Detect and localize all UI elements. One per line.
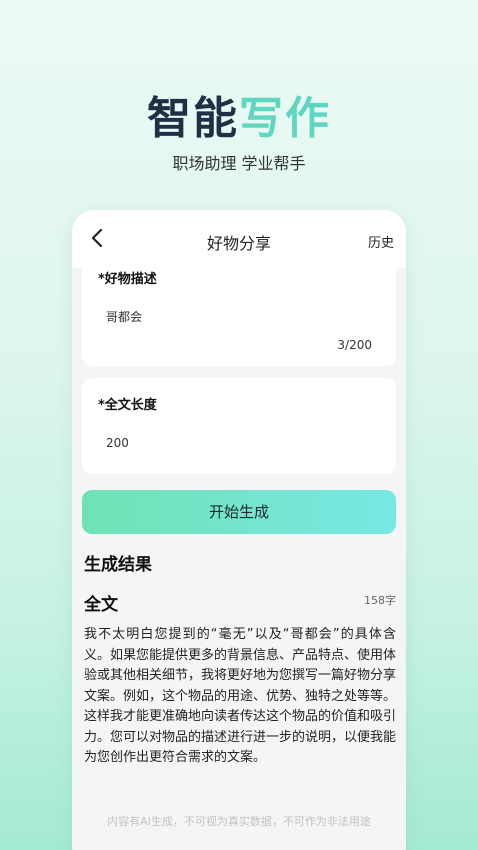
hero-title: 智能写作: [0, 82, 478, 146]
hero-title-part1: 智能: [147, 93, 239, 144]
result-section-title: 生成结果: [84, 555, 152, 575]
length-input[interactable]: 200: [106, 436, 129, 450]
length-card: *全文长度 200: [82, 378, 396, 474]
description-label: *好物描述: [98, 272, 157, 287]
phone-screen: 好物分享 历史 *好物描述 哥都会 3/200 *全文长度 200 开始生成 生…: [72, 210, 406, 850]
hero-title-part2: 写作: [239, 93, 331, 144]
history-button[interactable]: 历史: [368, 232, 394, 251]
hero-subtitle: 职场助理 学业帮手: [172, 154, 306, 173]
length-label: *全文长度: [98, 398, 157, 413]
page-title: 好物分享: [206, 234, 271, 253]
full-text-title: 全文: [84, 595, 118, 615]
description-input[interactable]: 哥都会: [106, 308, 142, 325]
description-card: *好物描述 哥都会 3/200: [82, 256, 396, 366]
result-text: 我不太明白您提到的“毫无”以及“哥都会”的具体含义。如果您能提供更多的背景信息、…: [84, 627, 397, 765]
footer-disclaimer: 内容有AI生成，不可视为真实数据，不可作为非法用途: [107, 815, 371, 828]
char-count: 158字: [364, 594, 396, 607]
generate-button[interactable]: 开始生成: [82, 490, 396, 534]
description-count: 3/200: [337, 338, 372, 352]
